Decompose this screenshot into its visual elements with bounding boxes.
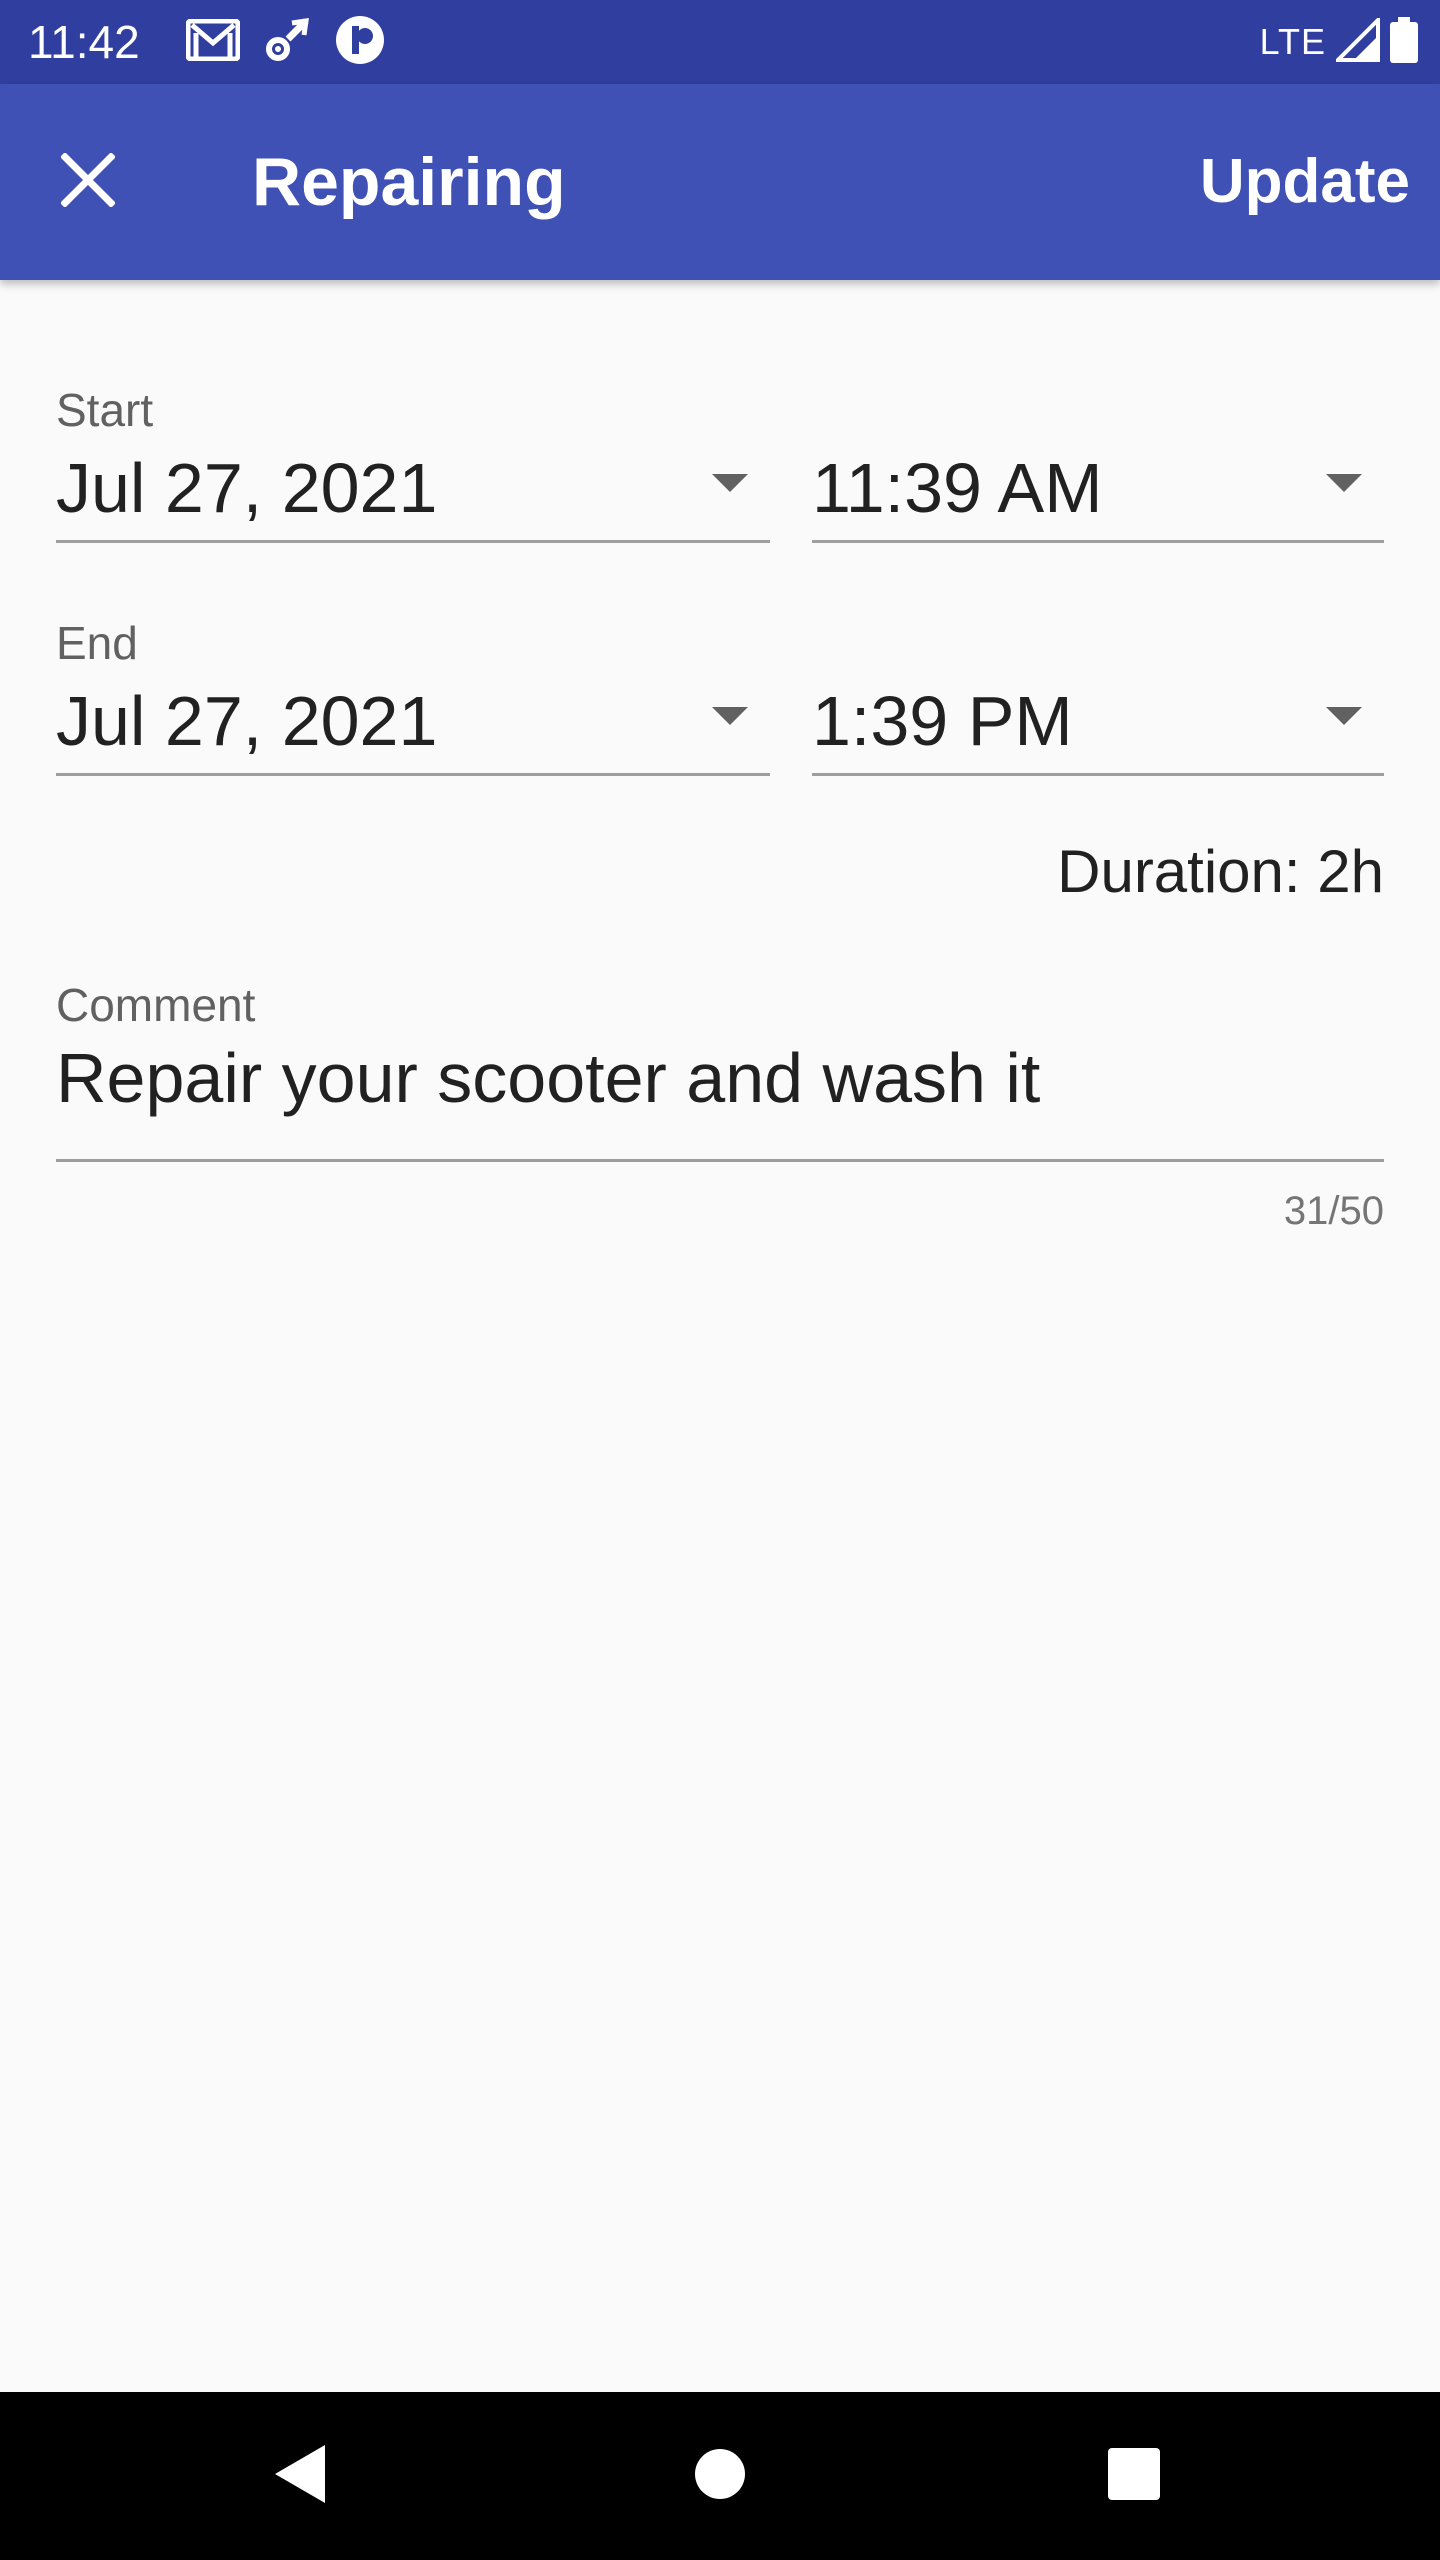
close-icon xyxy=(60,151,116,212)
comment-label: Comment xyxy=(56,979,256,1031)
home-button[interactable] xyxy=(670,2426,770,2526)
battery-icon xyxy=(1390,16,1418,68)
dropdown-arrow-icon xyxy=(1326,474,1362,492)
end-time-dropdown[interactable]: 1:39 PM xyxy=(812,673,1384,776)
comment-value: Repair your scooter and wash it xyxy=(56,1039,1041,1117)
close-button[interactable] xyxy=(40,134,136,230)
home-icon xyxy=(694,2448,746,2505)
start-date-value: Jul 27, 2021 xyxy=(56,449,438,527)
comment-input[interactable]: Repair your scooter and wash it xyxy=(56,1035,1384,1162)
start-date-dropdown[interactable]: Jul 27, 2021 xyxy=(56,440,770,543)
character-counter: 31/50 xyxy=(1283,1189,1384,1233)
navigation-bar xyxy=(0,2392,1440,2560)
duration-text: Duration: 2h xyxy=(1057,838,1384,905)
update-button[interactable]: Update xyxy=(1200,142,1410,222)
start-label: Start xyxy=(56,384,154,436)
recents-icon xyxy=(1107,2447,1161,2506)
signal-icon xyxy=(1333,14,1380,67)
end-time-value: 1:39 PM xyxy=(812,682,1073,760)
end-date-dropdown[interactable]: Jul 27, 2021 xyxy=(56,673,770,776)
app-badge-icon xyxy=(334,14,386,71)
network-type: LTE xyxy=(1259,21,1326,62)
status-bar: 11:42 LTE xyxy=(0,0,1440,84)
recents-button[interactable] xyxy=(1084,2426,1184,2526)
dropdown-arrow-icon xyxy=(1326,707,1362,725)
system-icons: LTE xyxy=(1260,14,1418,70)
settings-sync-icon xyxy=(264,17,310,68)
page-title: Repairing xyxy=(252,144,566,220)
status-time: 11:42 xyxy=(28,16,140,68)
app-bar: Repairing Update xyxy=(0,84,1440,280)
dropdown-arrow-icon xyxy=(712,707,748,725)
dropdown-arrow-icon xyxy=(712,474,748,492)
start-time-dropdown[interactable]: 11:39 AM xyxy=(812,440,1384,543)
gmail-icon xyxy=(185,18,241,66)
end-date-value: Jul 27, 2021 xyxy=(56,682,438,760)
back-icon xyxy=(271,2443,329,2510)
end-label: End xyxy=(56,617,138,669)
back-button[interactable] xyxy=(250,2426,350,2526)
notification-icons xyxy=(185,14,386,71)
start-time-value: 11:39 AM xyxy=(812,449,1103,527)
